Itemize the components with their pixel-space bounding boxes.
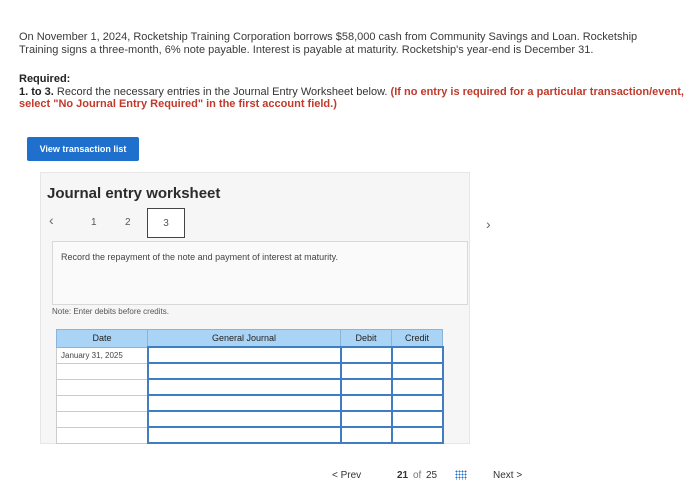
worksheet-step-3[interactable]: 3 bbox=[147, 208, 185, 238]
worksheet-prev-icon[interactable]: ‹ bbox=[49, 212, 54, 228]
total-pages: 25 bbox=[426, 470, 438, 481]
table-row bbox=[56, 426, 444, 444]
problem-statement: On November 1, 2024, Rocketship Training… bbox=[19, 31, 679, 57]
required-steps: 1. to 3. bbox=[19, 86, 54, 98]
account-input[interactable] bbox=[146, 410, 342, 428]
date-cell bbox=[56, 394, 148, 412]
prompt-text: Record the repayment of the note and pay… bbox=[61, 252, 338, 262]
date-cell bbox=[56, 410, 148, 428]
required-heading: Required: bbox=[19, 73, 71, 85]
credit-input[interactable] bbox=[390, 362, 444, 380]
prev-page-link[interactable]: < Prev bbox=[332, 470, 361, 481]
header-date: Date bbox=[56, 329, 148, 348]
debit-input[interactable] bbox=[339, 378, 393, 396]
table-row bbox=[56, 410, 444, 428]
credit-input[interactable] bbox=[390, 410, 444, 428]
debit-input[interactable] bbox=[339, 346, 393, 364]
date-cell bbox=[56, 426, 148, 444]
credit-input[interactable] bbox=[390, 426, 444, 444]
debit-input[interactable] bbox=[339, 394, 393, 412]
credit-input[interactable] bbox=[390, 394, 444, 412]
worksheet-step-2[interactable]: 2 bbox=[125, 217, 131, 228]
account-input[interactable] bbox=[146, 362, 342, 380]
table-row bbox=[56, 378, 444, 396]
date-cell bbox=[56, 362, 148, 380]
header-general-journal: General Journal bbox=[147, 329, 341, 348]
worksheet-next-icon[interactable]: › bbox=[486, 216, 491, 232]
problem-line-2: Training signs a three-month, 6% note pa… bbox=[19, 44, 594, 56]
next-page-link[interactable]: Next > bbox=[493, 470, 522, 481]
account-input[interactable] bbox=[146, 426, 342, 444]
debit-input[interactable] bbox=[339, 362, 393, 380]
date-cell bbox=[56, 378, 148, 396]
prompt-box: Record the repayment of the note and pay… bbox=[52, 241, 468, 305]
header-credit: Credit bbox=[391, 329, 443, 348]
debit-input[interactable] bbox=[339, 410, 393, 428]
problem-line-1: On November 1, 2024, Rocketship Training… bbox=[19, 31, 638, 43]
table-row: January 31, 2025 bbox=[56, 346, 444, 364]
debits-note: Note: Enter debits before credits. bbox=[52, 307, 169, 316]
date-cell: January 31, 2025 bbox=[56, 346, 148, 364]
account-input[interactable] bbox=[146, 394, 342, 412]
journal-entry-table: Date General Journal Debit Credit Januar… bbox=[56, 329, 444, 444]
table-header-row: Date General Journal Debit Credit bbox=[56, 329, 443, 348]
required-instructions: 1. to 3. Record the necessary entries in… bbox=[19, 86, 689, 110]
worksheet-title: Journal entry worksheet bbox=[47, 185, 221, 202]
table-row bbox=[56, 394, 444, 412]
credit-input[interactable] bbox=[390, 346, 444, 364]
account-input[interactable] bbox=[146, 346, 342, 364]
worksheet-step-1[interactable]: 1 bbox=[91, 217, 97, 228]
grid-icon[interactable] bbox=[455, 470, 467, 480]
debit-input[interactable] bbox=[339, 426, 393, 444]
header-debit: Debit bbox=[340, 329, 392, 348]
credit-input[interactable] bbox=[390, 378, 444, 396]
current-page: 21 bbox=[397, 470, 409, 481]
view-transaction-list-button[interactable]: View transaction list bbox=[27, 137, 139, 161]
table-row bbox=[56, 362, 444, 380]
page-of-label: of bbox=[413, 470, 422, 481]
required-instruction-text: Record the necessary entries in the Jour… bbox=[53, 86, 391, 98]
account-input[interactable] bbox=[146, 378, 342, 396]
